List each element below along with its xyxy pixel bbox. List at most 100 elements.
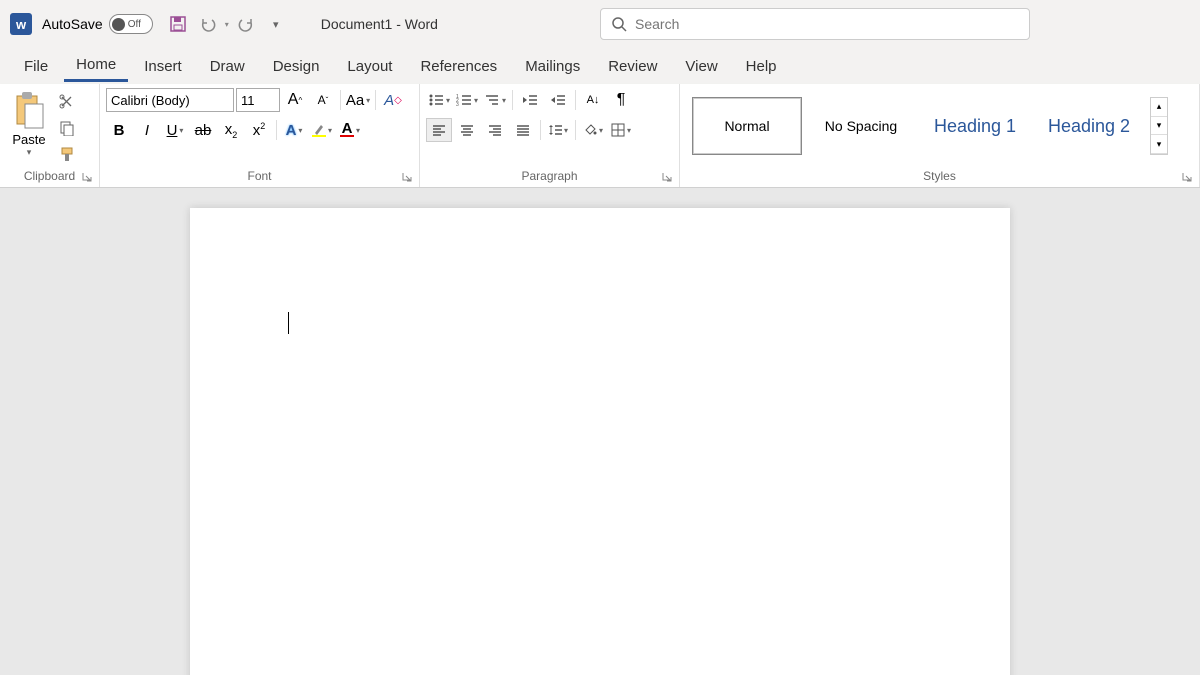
line-spacing-button[interactable] xyxy=(545,118,571,142)
customize-qat-icon: ▾ xyxy=(273,18,279,31)
subscript-button[interactable]: x2 xyxy=(218,118,244,142)
increase-font-button[interactable]: A^ xyxy=(282,88,308,112)
paragraph-launcher[interactable] xyxy=(661,171,675,185)
save-icon xyxy=(169,15,187,33)
undo-button[interactable] xyxy=(195,11,221,37)
redo-icon xyxy=(237,15,255,33)
increase-font-icon: A xyxy=(288,91,299,109)
text-cursor xyxy=(288,312,289,334)
clipboard-launcher[interactable] xyxy=(81,171,95,185)
undo-icon xyxy=(199,15,217,33)
align-left-button[interactable] xyxy=(426,118,452,142)
styles-expand[interactable]: ▾ xyxy=(1151,135,1167,154)
tab-review[interactable]: Review xyxy=(596,52,669,81)
show-marks-button[interactable]: ¶ xyxy=(608,88,634,112)
indent-icon xyxy=(550,93,566,107)
style-heading-1[interactable]: Heading 1 xyxy=(920,97,1030,155)
styles-scroll-up[interactable]: ▴ xyxy=(1151,98,1167,117)
text-effects-button[interactable]: A xyxy=(281,118,307,142)
tab-references[interactable]: References xyxy=(408,52,509,81)
tab-layout[interactable]: Layout xyxy=(335,52,404,81)
shading-button[interactable] xyxy=(580,118,606,142)
tab-insert[interactable]: Insert xyxy=(132,52,194,81)
customize-qat-button[interactable]: ▾ xyxy=(263,11,289,37)
undo-dropdown[interactable]: ▾ xyxy=(225,20,229,29)
sort-button[interactable]: A↓ xyxy=(580,88,606,112)
launcher-icon xyxy=(661,171,673,183)
title-bar: w AutoSave Off ▾ ▾ Document1 - Word xyxy=(0,0,1200,48)
styles-launcher[interactable] xyxy=(1181,171,1195,185)
autosave-state: Off xyxy=(128,19,141,30)
underline-icon: U xyxy=(167,122,178,139)
chevron-down-icon: ▾ xyxy=(1157,120,1162,131)
group-font: A^ Aˇ Aa A◇ B I U ab x2 x2 A xyxy=(100,84,420,187)
subscript-icon: x2 xyxy=(225,121,238,140)
cut-button[interactable] xyxy=(56,92,78,112)
search-icon xyxy=(611,16,627,32)
tab-home[interactable]: Home xyxy=(64,50,128,82)
font-name-select[interactable] xyxy=(106,88,234,112)
increase-indent-button[interactable] xyxy=(545,88,571,112)
tab-draw[interactable]: Draw xyxy=(198,52,257,81)
redo-button[interactable] xyxy=(233,11,259,37)
style-heading-2[interactable]: Heading 2 xyxy=(1034,97,1144,155)
expand-icon: ▾ xyxy=(1157,139,1162,150)
sort-icon: A↓ xyxy=(587,94,600,106)
align-right-button[interactable] xyxy=(482,118,508,142)
text-effects-icon: A xyxy=(286,122,297,139)
tab-mailings[interactable]: Mailings xyxy=(513,52,592,81)
italic-button[interactable]: I xyxy=(134,118,160,142)
copy-button[interactable] xyxy=(56,118,78,138)
align-center-button[interactable] xyxy=(454,118,480,142)
document-title: Document1 - Word xyxy=(321,16,438,32)
svg-text:3: 3 xyxy=(456,102,459,107)
font-launcher[interactable] xyxy=(401,171,415,185)
tab-help[interactable]: Help xyxy=(734,52,789,81)
underline-button[interactable]: U xyxy=(162,118,188,142)
scissors-icon xyxy=(59,94,75,110)
style-normal[interactable]: Normal xyxy=(692,97,802,155)
save-button[interactable] xyxy=(165,11,191,37)
bold-icon: B xyxy=(114,122,125,139)
font-size-select[interactable] xyxy=(236,88,280,112)
font-color-icon: A xyxy=(340,123,354,137)
chevron-down-icon: ▾ xyxy=(27,147,32,158)
tab-view[interactable]: View xyxy=(673,52,729,81)
search-input[interactable] xyxy=(635,16,1019,32)
search-box[interactable] xyxy=(600,8,1030,40)
styles-scroll-down[interactable]: ▾ xyxy=(1151,117,1167,136)
change-case-button[interactable]: Aa xyxy=(345,88,371,112)
document-workspace[interactable] xyxy=(0,188,1200,675)
superscript-icon: x2 xyxy=(253,121,266,139)
font-color-button[interactable]: A xyxy=(337,118,363,142)
decrease-indent-button[interactable] xyxy=(517,88,543,112)
document-page[interactable] xyxy=(190,208,1010,675)
tab-design[interactable]: Design xyxy=(261,52,332,81)
multilevel-list-button[interactable] xyxy=(482,88,508,112)
superscript-button[interactable]: x2 xyxy=(246,118,272,142)
style-no-spacing[interactable]: No Spacing xyxy=(806,97,916,155)
autosave-toggle[interactable]: Off xyxy=(109,14,153,34)
change-case-icon: Aa xyxy=(346,92,364,109)
styles-gallery-scroll: ▴ ▾ ▾ xyxy=(1150,97,1168,155)
outdent-icon xyxy=(522,93,538,107)
format-painter-button[interactable] xyxy=(56,144,78,164)
bold-button[interactable]: B xyxy=(106,118,132,142)
decrease-font-button[interactable]: Aˇ xyxy=(310,88,336,112)
numbering-button[interactable]: 123 xyxy=(454,88,480,112)
strikethrough-button[interactable]: ab xyxy=(190,118,216,142)
highlight-button[interactable] xyxy=(309,118,335,142)
align-center-icon xyxy=(460,124,474,136)
tab-file[interactable]: File xyxy=(12,52,60,81)
italic-icon: I xyxy=(145,122,149,139)
borders-button[interactable] xyxy=(608,118,634,142)
paste-button[interactable]: Paste ▾ xyxy=(6,88,52,158)
decrease-font-icon: A xyxy=(318,93,326,107)
clear-formatting-button[interactable]: A◇ xyxy=(380,88,406,112)
line-spacing-icon xyxy=(548,123,562,137)
word-app-icon: w xyxy=(10,13,32,35)
ribbon-tabs: File Home Insert Draw Design Layout Refe… xyxy=(0,48,1200,84)
bullets-button[interactable] xyxy=(426,88,452,112)
justify-button[interactable] xyxy=(510,118,536,142)
group-label-styles: Styles xyxy=(680,167,1199,187)
